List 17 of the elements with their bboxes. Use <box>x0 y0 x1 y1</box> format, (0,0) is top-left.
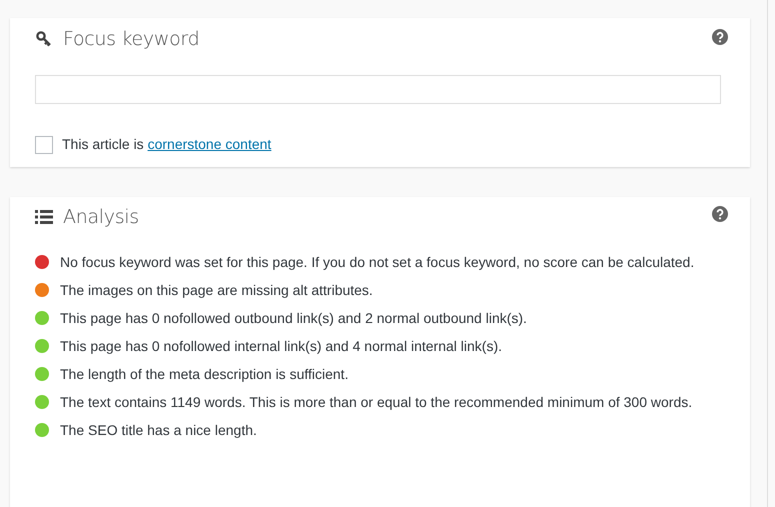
help-icon[interactable] <box>712 206 728 222</box>
list-icon <box>35 208 53 225</box>
key-icon <box>35 30 53 48</box>
cornerstone-link[interactable]: cornerstone content <box>148 136 272 152</box>
analysis-result: This page has 0 nofollowed outbound link(s) and 2 normal outbound link(s). <box>60 308 527 328</box>
help-icon[interactable] <box>712 28 728 44</box>
analysis-result: The text contains 1149 words. This is more than or equal to the recommended minimum of 300 words. <box>60 392 692 412</box>
panel-title: Focus keyword <box>63 27 200 51</box>
focus-keyword-input[interactable] <box>35 75 721 104</box>
analysis-result: No focus keyword was set for this page. If you do not set a focus keyword, no score can be calculated. <box>60 252 694 272</box>
analysis-result: This page has 0 nofollowed internal link(s) and 4 normal internal link(s). <box>60 336 502 356</box>
checkbox-label: This article is cornerstone content <box>62 135 272 154</box>
analysis-result: The SEO title has a nice length. <box>60 420 257 440</box>
panel-title: Analysis <box>63 204 139 229</box>
analysis-result: The images on this page are missing alt attributes. <box>60 280 373 300</box>
analysis-result: The length of the meta description is sufficient. <box>60 364 348 384</box>
checkbox[interactable] <box>35 136 53 154</box>
